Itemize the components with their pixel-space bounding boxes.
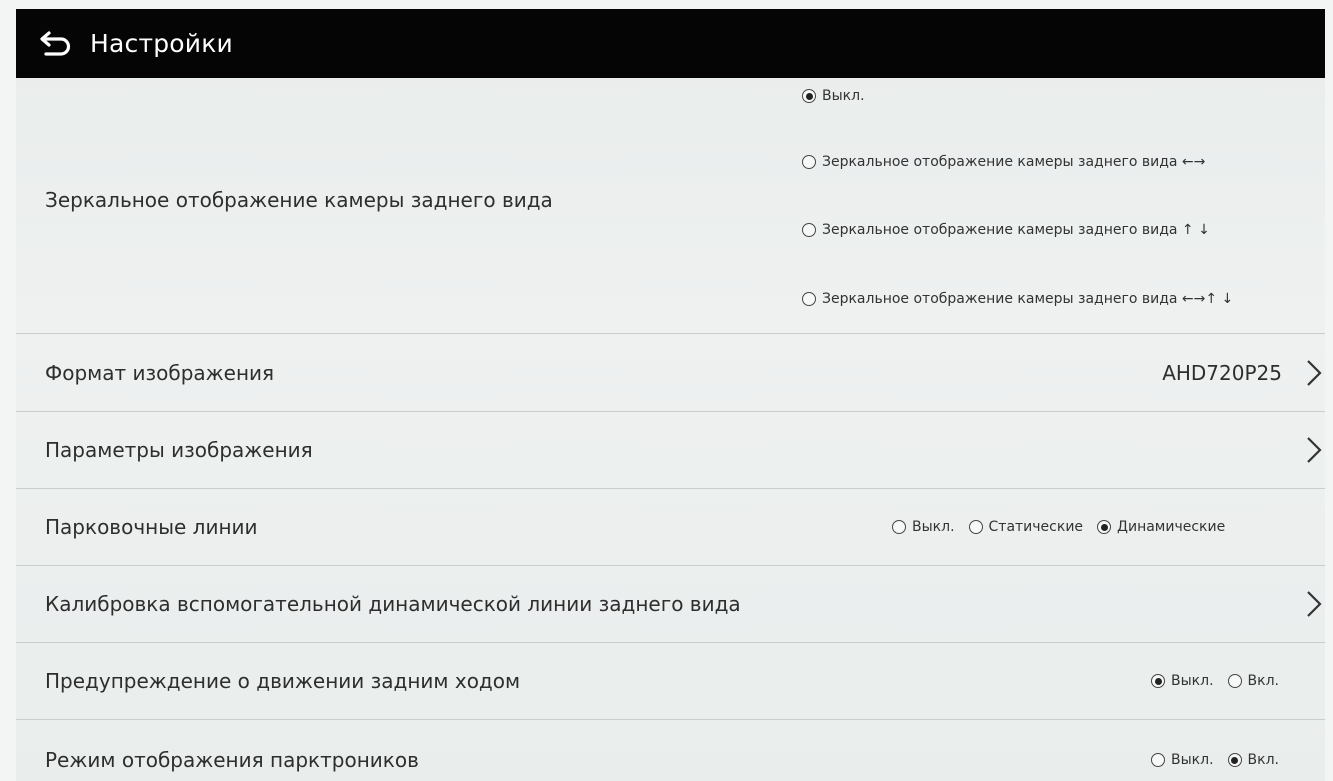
reverse-warning-on[interactable]: Вкл. [1227,673,1279,689]
radio-icon [802,223,816,237]
mirror-option-vertical[interactable]: Зеркальное отображение камеры заднего ви… [802,222,1210,238]
parking-lines-label: Парковочные линии [45,515,258,539]
row-reverse-warning: Предупреждение о движении задним ходом В… [16,643,1325,720]
settings-screen: Настройки Зеркальное отображение камеры … [16,9,1325,781]
header-bar: Настройки [16,9,1325,78]
chevron-right-icon [1307,437,1322,463]
reverse-warning-off[interactable]: Выкл. [1151,673,1214,689]
back-arrow-icon [40,30,71,56]
row-mirror-camera: Зеркальное отображение камеры заднего ви… [16,78,1325,334]
calibration-label: Калибровка вспомогательной динамической … [45,592,741,616]
reverse-warning-options: Выкл. Вкл. [1151,673,1279,689]
row-dynamic-line-calibration[interactable]: Калибровка вспомогательной динамической … [16,566,1325,643]
row-parking-lines: Парковочные линии Выкл. Статические Дина… [16,489,1325,566]
radio-checked-icon [1097,520,1112,534]
chevron-right-icon [1307,359,1322,386]
mirror-option-horizontal[interactable]: Зеркальное отображение камеры заднего ви… [802,154,1205,170]
parking-option-static[interactable]: Статические [968,519,1083,535]
page-title: Настройки [90,29,233,58]
parktronic-off[interactable]: Выкл. [1151,752,1214,768]
image-format-label: Формат изображения [45,360,275,385]
image-params-label: Параметры изображения [45,438,313,462]
parktronic-mode-label: Режим отображения парктроников [45,748,419,772]
mirror-camera-label: Зеркальное отображение камеры заднего ви… [45,188,553,212]
parking-option-off[interactable]: Выкл. [892,519,955,535]
radio-icon [968,520,983,534]
parking-lines-options: Выкл. Статические Динамические [892,519,1225,535]
row-image-params[interactable]: Параметры изображения [16,412,1325,489]
radio-checked-icon [802,89,816,103]
radio-icon [892,520,906,534]
image-format-value: AHD720P25 [1162,360,1282,385]
radio-icon [802,292,816,306]
parktronic-mode-options: Выкл. Вкл. [1151,752,1279,768]
radio-checked-icon [1151,674,1165,688]
radio-icon [1151,753,1165,767]
row-image-format[interactable]: Формат изображения AHD720P25 [16,334,1325,412]
mirror-option-both[interactable]: Зеркальное отображение камеры заднего ви… [802,291,1233,307]
reverse-warning-label: Предупреждение о движении задним ходом [45,669,521,693]
chevron-right-icon [1307,591,1322,617]
parking-option-dynamic[interactable]: Динамические [1097,519,1225,535]
radio-checked-icon [1227,753,1242,767]
radio-icon [802,155,816,169]
row-parktronic-mode: Режим отображения парктроников Выкл. Вкл… [16,720,1325,781]
radio-icon [1227,674,1242,688]
mirror-option-off[interactable]: Выкл. [802,88,865,104]
back-button[interactable] [36,24,76,64]
parktronic-on[interactable]: Вкл. [1227,752,1279,768]
